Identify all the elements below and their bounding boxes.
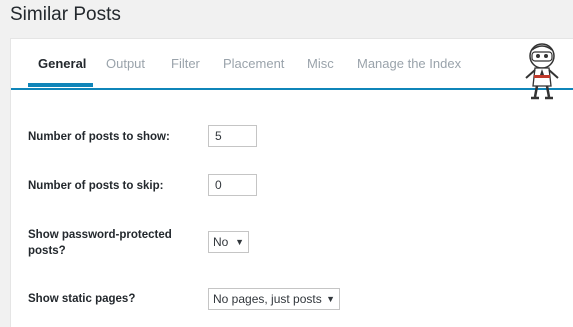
posts-to-skip-label: Number of posts to skip:: [28, 180, 164, 192]
tab-general[interactable]: General: [38, 56, 86, 71]
posts-to-skip-input[interactable]: 0: [208, 174, 257, 196]
page-title: Similar Posts: [10, 4, 121, 25]
password-protected-value: No: [213, 235, 229, 249]
static-pages-label: Show static pages?: [28, 293, 136, 305]
tab-filter[interactable]: Filter: [171, 56, 200, 71]
active-tab-indicator: [28, 83, 93, 87]
dropdown-caret-icon: ▼: [235, 237, 244, 247]
tab-placement[interactable]: Placement: [223, 56, 284, 71]
ninja-mascot-icon: [525, 43, 559, 100]
password-protected-select[interactable]: No ▼: [208, 231, 249, 253]
password-protected-label: Show password-protected posts?: [28, 229, 172, 257]
settings-panel: General Output Filter Placement Misc Man…: [10, 38, 573, 327]
tab-output[interactable]: Output: [106, 56, 145, 71]
tab-misc[interactable]: Misc: [307, 56, 334, 71]
posts-to-show-input[interactable]: 5: [208, 125, 257, 147]
tab-bar: General Output Filter Placement Misc Man…: [11, 39, 573, 90]
dropdown-caret-icon: ▼: [326, 294, 335, 304]
static-pages-select[interactable]: No pages, just posts ▼: [208, 288, 340, 310]
static-pages-value: No pages, just posts: [213, 292, 322, 306]
posts-to-show-label: Number of posts to show:: [28, 131, 170, 143]
tab-manage-index[interactable]: Manage the Index: [357, 56, 461, 71]
